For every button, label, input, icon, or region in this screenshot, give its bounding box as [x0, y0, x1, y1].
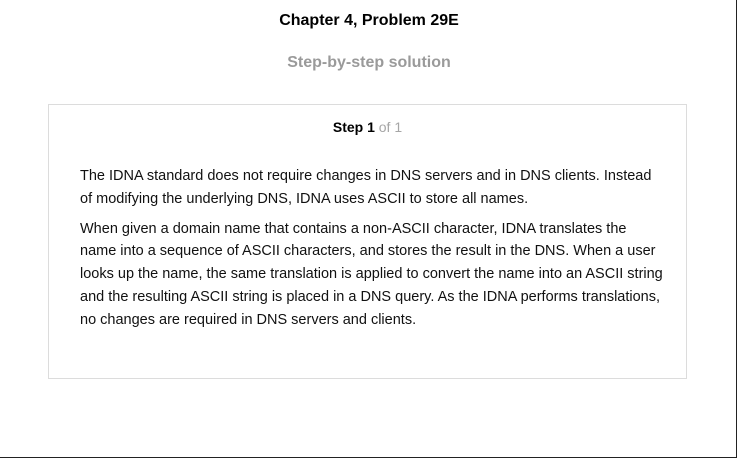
step-label: Step 1 — [332, 119, 375, 135]
solution-paragraph: The IDNA standard does not require chang… — [80, 168, 652, 207]
step-header: Step 1 of 1 — [49, 119, 686, 135]
step-count: of 1 — [378, 119, 403, 135]
solution-paragraph: When given a domain name that contains a… — [80, 220, 663, 328]
solution-content: The IDNA standard does not require chang… — [80, 165, 666, 339]
page-title: Chapter 4, Problem 29E — [279, 12, 459, 29]
page-subtitle: Step-by-step solution — [287, 54, 451, 71]
solution-card: Step 1 of 1 The IDNA standard does not r… — [48, 104, 687, 379]
